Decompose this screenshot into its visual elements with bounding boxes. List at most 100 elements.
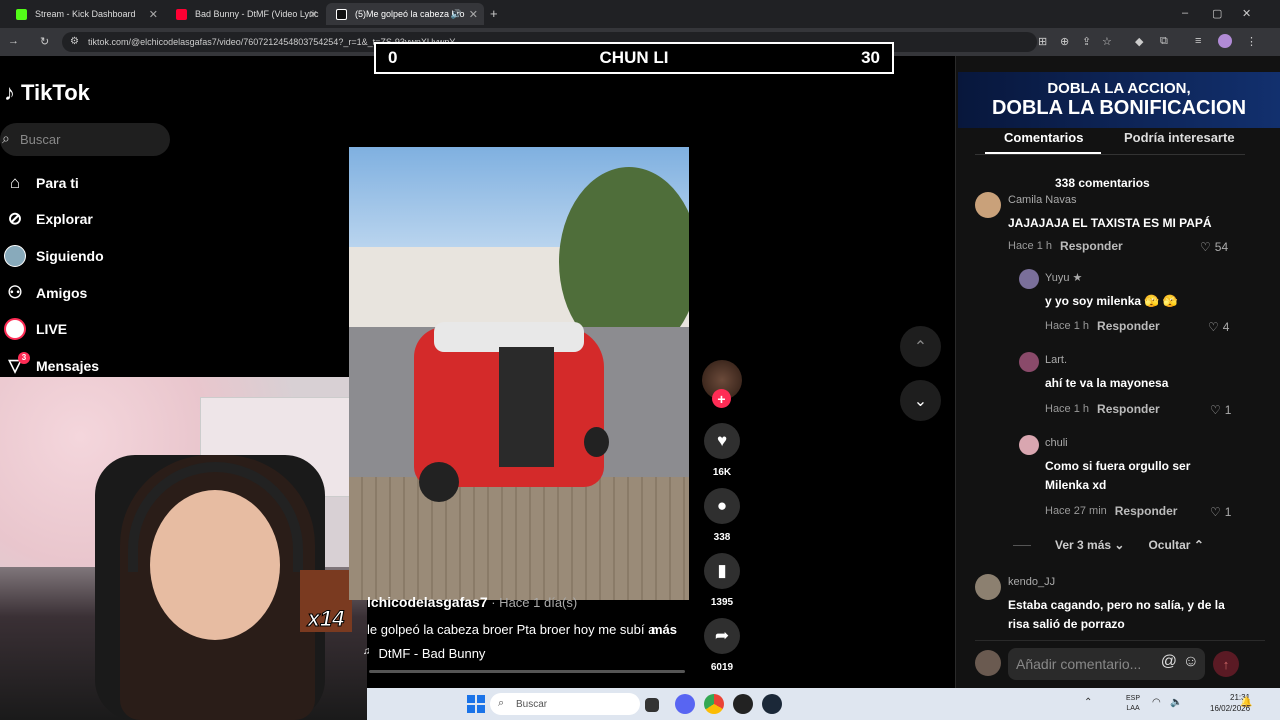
reply-button[interactable]: Responder: [1097, 402, 1160, 416]
zoom-icon[interactable]: ⊕: [1060, 35, 1069, 48]
wifi-icon[interactable]: ◠: [1152, 697, 1161, 708]
steam-icon[interactable]: [762, 694, 782, 714]
ad-line-2: DOBLA LA BONIFICACION: [991, 97, 1247, 119]
close-window-button[interactable]: ✕: [1242, 7, 1251, 20]
tiktok-logo[interactable]: ♪ TikTok: [4, 80, 90, 106]
comment-username[interactable]: Lart.: [1045, 354, 1067, 366]
nav-item-amigos[interactable]: ⚇ Amigos: [4, 282, 87, 304]
audio-playing-icon[interactable]: 🔊: [451, 9, 462, 20]
close-tab-icon[interactable]: ✕: [309, 8, 318, 21]
like-count: 16K: [712, 467, 732, 478]
music-title: DtMF - Bad Bunny: [378, 646, 486, 661]
ad-banner[interactable]: DOBLA LA ACCION, DOBLA LA BONIFICACION: [958, 72, 1280, 128]
forward-icon[interactable]: →: [8, 35, 19, 47]
follow-plus-icon[interactable]: +: [712, 389, 731, 408]
avatar[interactable]: [1019, 352, 1039, 372]
avatar[interactable]: [975, 574, 1001, 600]
avatar[interactable]: [1019, 435, 1039, 455]
obs-icon[interactable]: [733, 694, 753, 714]
nav-item-explorar[interactable]: ⊘ Explorar: [4, 208, 93, 230]
mototaxi-door: [499, 347, 554, 467]
video-music[interactable]: ♫ DtMF - Bad Bunny: [363, 646, 485, 661]
comment-like-button[interactable]: ♡ 1: [1210, 505, 1231, 519]
chevron-up-icon[interactable]: ⌃: [1084, 697, 1092, 708]
volume-icon[interactable]: 🔈: [1170, 697, 1182, 708]
video-progress-bar[interactable]: [369, 670, 685, 673]
close-tab-icon[interactable]: ✕: [469, 8, 478, 21]
add-comment-input[interactable]: Añadir comentario... @ ☺: [1008, 648, 1205, 680]
comment-icon: ●: [704, 488, 740, 524]
profile-avatar[interactable]: [1218, 34, 1232, 48]
chrome-icon[interactable]: [704, 694, 724, 714]
discord-icon[interactable]: [675, 694, 695, 714]
search-icon: ⌕: [498, 697, 505, 709]
emoji-icon[interactable]: ☺: [1183, 653, 1199, 671]
avatar[interactable]: [975, 192, 1001, 218]
reload-icon[interactable]: ↻: [40, 35, 49, 48]
comment-username[interactable]: chuli: [1045, 437, 1068, 449]
save-count: 1395: [710, 597, 734, 608]
extensions-puzzle-icon[interactable]: ⧉: [1160, 35, 1168, 48]
close-tab-icon[interactable]: ✕: [149, 8, 158, 21]
nav-item-para-ti[interactable]: ⌂ Para ti: [4, 172, 79, 194]
comment-username[interactable]: Camila Navas: [1008, 194, 1076, 206]
bookmark-star-icon[interactable]: ☆: [1102, 35, 1112, 48]
share-page-icon[interactable]: ⇪: [1082, 35, 1091, 48]
previous-video-button[interactable]: ⌃: [900, 326, 941, 367]
like-button[interactable]: ♥ 16K: [704, 423, 740, 478]
next-video-button[interactable]: ⌄: [900, 380, 941, 421]
nav-item-mensajes[interactable]: ▽ Mensajes 3: [4, 352, 99, 377]
overlay-title: CHUN LI: [599, 48, 669, 67]
extension-icon[interactable]: ◆: [1135, 35, 1143, 48]
notifications-icon[interactable]: 🔔: [1240, 697, 1252, 708]
comment-like-button[interactable]: ♡ 4: [1208, 320, 1229, 334]
nav-label: Amigos: [36, 285, 88, 301]
current-user-avatar: [975, 650, 1001, 676]
video-author[interactable]: lchicodelasgafas7 · Hace 1 día(s): [367, 594, 577, 610]
windows-start-icon[interactable]: [467, 695, 485, 713]
comment-button[interactable]: ● 338: [704, 488, 740, 543]
author-handle[interactable]: lchicodelasgafas7: [367, 594, 488, 610]
video-player[interactable]: [349, 147, 689, 600]
mention-icon[interactable]: @: [1161, 653, 1177, 671]
arrow-up-icon: ↑: [1222, 656, 1230, 672]
view-more-replies-button[interactable]: Ver 3 más ⌄: [1055, 538, 1124, 552]
comment-username[interactable]: kendo_JJ: [1008, 576, 1055, 588]
language-code: ESP: [1126, 695, 1141, 702]
caption-more-link[interactable]: más: [651, 622, 677, 637]
video-pavement: [349, 477, 689, 600]
task-view-icon[interactable]: [645, 698, 659, 712]
avatar[interactable]: [1019, 269, 1039, 289]
hide-replies-button[interactable]: Ocultar ⌃: [1148, 538, 1203, 552]
comment-like-button[interactable]: ♡ 1: [1210, 403, 1231, 417]
save-button[interactable]: ▮ 1395: [704, 553, 740, 608]
post-comment-button[interactable]: ↑: [1213, 651, 1239, 677]
comment-like-button[interactable]: ♡ 54: [1200, 240, 1228, 254]
reply-button[interactable]: Responder: [1115, 504, 1178, 518]
site-info-icon[interactable]: ⚙: [70, 36, 79, 47]
logo-text: TikTok: [21, 80, 90, 105]
translate-icon[interactable]: ⊞: [1038, 35, 1047, 48]
menu-icon[interactable]: ⋮: [1246, 35, 1257, 48]
tab-search-icon[interactable]: ≡: [1195, 35, 1201, 47]
reply-button[interactable]: Responder: [1060, 239, 1123, 253]
tab-comentarios[interactable]: Comentarios: [1004, 130, 1083, 145]
search-placeholder: Buscar: [20, 132, 61, 147]
tab-bad-bunny[interactable]: Bad Bunny - DtMF (Video Lyric ✕: [166, 3, 324, 25]
tab-kick-dashboard[interactable]: Stream - Kick Dashboard ✕: [6, 3, 164, 25]
share-button[interactable]: ➦ 6019: [704, 618, 740, 673]
tab-podria-interesarte[interactable]: Podría interesarte: [1124, 130, 1235, 145]
home-icon: ⌂: [9, 173, 21, 192]
minimize-button[interactable]: –: [1182, 7, 1188, 19]
taskbar-search-input[interactable]: ⌕ Buscar: [490, 693, 640, 715]
search-input[interactable]: ⌕ Buscar: [0, 123, 170, 156]
reply-button[interactable]: Responder: [1097, 319, 1160, 333]
new-tab-button[interactable]: +: [490, 6, 498, 21]
language-indicator[interactable]: ESP LAA: [1126, 694, 1140, 714]
maximize-button[interactable]: ▢: [1212, 7, 1222, 20]
share-count: 6019: [710, 662, 734, 673]
nav-item-live[interactable]: LIVE: [4, 318, 67, 340]
comment-username[interactable]: Yuyu ★: [1045, 271, 1082, 284]
nav-item-siguiendo[interactable]: Siguiendo: [4, 245, 104, 267]
tab-tiktok-video[interactable]: (5)Me golpeó la cabeza bro 🔊 ✕: [326, 3, 484, 25]
